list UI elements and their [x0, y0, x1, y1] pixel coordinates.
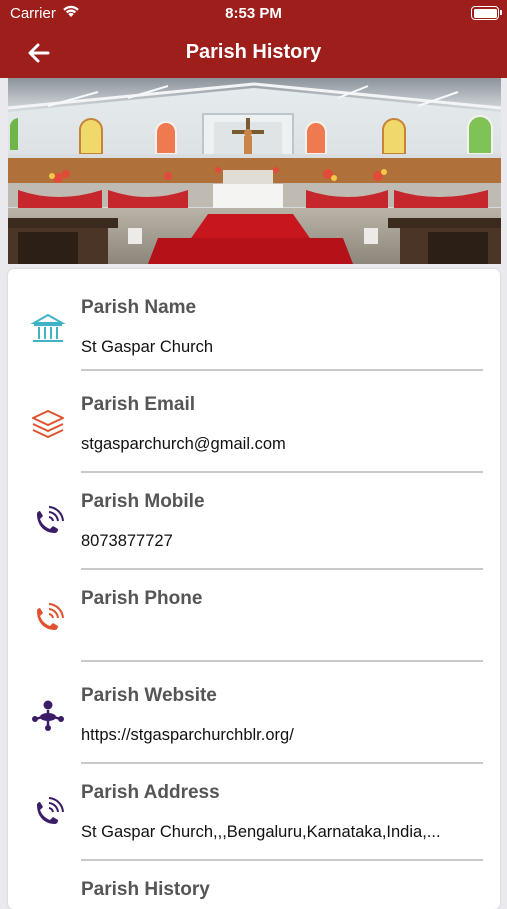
field-parish-mobile: Parish Mobile 8073877727: [8, 463, 500, 570]
network-icon[interactable]: [30, 697, 66, 733]
phone-icon[interactable]: [30, 602, 66, 638]
nav-bar: Parish History: [0, 28, 507, 78]
field-parish-history: Parish History: [8, 851, 500, 909]
field-label: Parish Mobile: [81, 491, 205, 512]
status-bar: Carrier 8:53 PM: [0, 0, 507, 28]
field-value: 8073877727: [81, 532, 173, 550]
field-value[interactable]: https://stgasparchurchblr.org/: [81, 726, 485, 745]
field-parish-website: Parish Website https://stgasparchurchblr…: [8, 657, 500, 764]
clock: 8:53 PM: [225, 5, 282, 22]
field-label: Parish Address: [81, 782, 220, 803]
parish-details-card: Parish Name St Gaspar Church Parish Emai…: [8, 269, 500, 909]
field-value: St Gaspar Church,,,Bengaluru,Karnataka,I…: [81, 823, 441, 841]
field-parish-phone: Parish Phone: [8, 560, 500, 662]
field-parish-email: Parish Email stgasparchurch@gmail.com: [8, 366, 500, 473]
field-parish-name: Parish Name St Gaspar Church: [8, 269, 500, 371]
field-parish-address: Parish Address St Gaspar Church,,,Bengal…: [8, 754, 500, 861]
phone-icon[interactable]: [30, 505, 66, 541]
field-label: Parish Email: [81, 394, 196, 415]
church-photo: [8, 78, 501, 264]
field-value: St Gaspar Church: [81, 338, 214, 356]
field-value: stgasparchurch@gmail.com: [81, 435, 286, 453]
phone-icon: [30, 796, 66, 832]
field-label: Parish History: [81, 879, 210, 900]
building-icon: [30, 311, 66, 347]
field-label: Parish Website: [81, 685, 217, 706]
layers-icon: [30, 406, 66, 442]
field-label: Parish Name: [81, 297, 197, 318]
field-label: Parish Phone: [81, 588, 203, 609]
battery-icon: [471, 6, 502, 20]
page-title: Parish History: [185, 41, 322, 63]
